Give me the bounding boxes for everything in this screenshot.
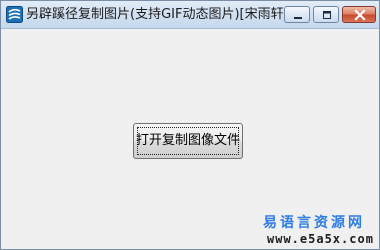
close-icon [354,9,366,21]
close-button[interactable] [342,6,376,23]
maximize-button[interactable] [313,6,339,23]
minimize-button[interactable] [284,6,310,23]
watermark-url: www.e5a5x.com [267,232,374,246]
open-copy-image-button-label: 打开复制图像文件 [135,133,240,148]
watermark-site-name: 易语言资源网 [263,215,365,231]
app-window: 另辟蹊径复制图片(支持GIF动态图片)[宋雨轩] 打开复制图像文件 易语言资源网… [0,0,380,250]
minimize-icon [294,17,302,19]
window-title: 另辟蹊径复制图片(支持GIF动态图片)[宋雨轩] [26,7,289,22]
maximize-icon [323,11,331,19]
title-bar[interactable]: 另辟蹊径复制图片(支持GIF动态图片)[宋雨轩] [1,1,379,29]
app-icon[interactable] [6,6,23,23]
open-copy-image-button[interactable]: 打开复制图像文件 [133,123,243,159]
